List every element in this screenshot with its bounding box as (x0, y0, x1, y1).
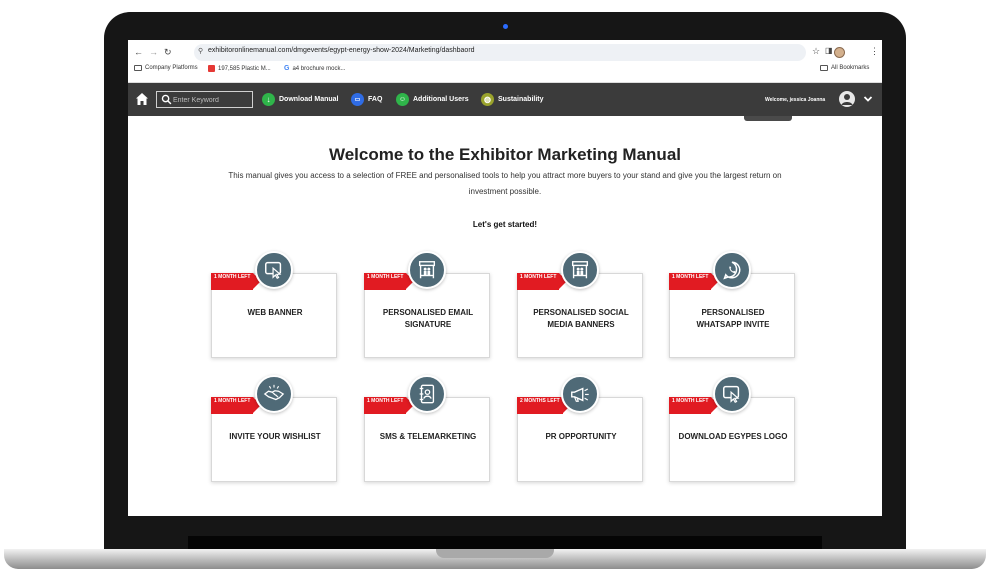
intro-text: This manual gives you access to a select… (228, 171, 782, 196)
laptop-screen: ← → ↻ ⚲ exhibitoronlinemanual.com/dmgeve… (128, 40, 882, 516)
booth-icon (408, 251, 446, 289)
card-label: DOWNLOAD EGYPES LOGO (678, 432, 788, 441)
card-label: SMS & TELEMARKETING (379, 432, 477, 441)
main-content: Welcome to the Exhibitor Marketing Manua… (128, 116, 882, 516)
search-box (156, 91, 253, 108)
bookmark-label: Company Platforms (145, 65, 198, 71)
laptop-notch (436, 549, 554, 558)
welcome-text: Welcome, jessica Joanna (765, 97, 826, 103)
profile-avatar[interactable] (834, 47, 845, 58)
time-left-badge: 1 MONTH LEFT (669, 273, 720, 290)
home-icon[interactable] (135, 92, 149, 106)
globe-icon: ◍ (481, 93, 494, 106)
nav-faq[interactable]: ▭ FAQ (351, 92, 382, 107)
star-icon[interactable]: ☆ (812, 46, 820, 57)
card-label: PR OPPORTUNITY (545, 432, 617, 441)
sidepanel-icon[interactable]: ◨ (825, 46, 833, 55)
forward-icon[interactable]: → (149, 46, 158, 58)
bookmark-label: a4 brochure mock... (292, 65, 346, 72)
click-icon (713, 375, 751, 413)
lets-get-started: Let's get started! (472, 220, 538, 229)
bookmark-company-platforms[interactable]: Company Platforms (134, 65, 198, 71)
user-icon (841, 94, 853, 105)
handshake-icon (255, 375, 293, 413)
contacts-icon (408, 375, 446, 413)
address-bar[interactable]: ⚲ exhibitoronlinemanual.com/dmgevents/eg… (194, 44, 806, 61)
chat-icon: ▭ (351, 93, 364, 106)
time-left-badge: 1 MONTH LEFT (211, 273, 262, 290)
time-left-badge: 1 MONTH LEFT (364, 273, 415, 290)
menu-icon[interactable]: ⋮ (870, 46, 879, 57)
card-label: PERSONALISED EMAIL SIGNATURE (382, 308, 474, 329)
bookmark-plastic[interactable]: 197,585 Plastic M... (208, 65, 271, 72)
header-tab (744, 116, 792, 121)
search-input[interactable] (173, 94, 251, 106)
address-row: ← → ↻ ⚲ exhibitoronlinemanual.com/dmgeve… (128, 44, 882, 62)
page-title: Welcome to the Exhibitor Marketing Manua… (328, 145, 681, 164)
download-icon: ↓ (262, 93, 275, 106)
folder-icon (820, 65, 828, 71)
booth-icon (561, 251, 599, 289)
time-left-badge: 1 MONTH LEFT (364, 397, 415, 414)
laptop-hinge (188, 536, 822, 550)
bookmarks-bar: Company Platforms 197,585 Plastic M... G… (128, 65, 882, 79)
nav-additional-users[interactable]: ☺ Additional Users (396, 92, 469, 107)
browser-chrome: ← → ↻ ⚲ exhibitoronlinemanual.com/dmgeve… (128, 40, 882, 83)
nav-download-manual[interactable]: ↓ Download Manual (262, 92, 339, 107)
nav-label: Sustainability (498, 96, 544, 103)
whatsapp-icon (713, 251, 751, 289)
nav-label: Download Manual (279, 96, 339, 103)
bookmark-label: 197,585 Plastic M... (218, 65, 271, 72)
site-navbar: ↓ Download Manual ▭ FAQ ☺ Additional Use… (128, 83, 882, 116)
url-text: exhibitoronlinemanual.com/dmgevents/egyp… (208, 47, 475, 54)
time-left-badge: 1 MONTH LEFT (211, 397, 262, 414)
user-avatar[interactable] (839, 91, 855, 107)
megaphone-icon (561, 375, 599, 413)
all-bookmarks-label: All Bookmarks (831, 65, 870, 71)
back-icon[interactable]: ← (134, 46, 143, 58)
nav-sustainability[interactable]: ◍ Sustainability (481, 92, 544, 107)
google-favicon-icon: G (284, 65, 290, 72)
card-label: PERSONALISED SOCIAL MEDIA BANNERS (533, 308, 629, 329)
card-label: WEB BANNER (247, 308, 303, 317)
users-icon: ☺ (396, 93, 409, 106)
nav-label: FAQ (368, 96, 383, 103)
webcam-icon (503, 24, 508, 29)
red-favicon-icon (208, 65, 215, 72)
web-banner-icon (255, 251, 293, 289)
folder-icon (134, 65, 142, 71)
all-bookmarks[interactable]: All Bookmarks (820, 65, 869, 71)
chevron-down-icon[interactable] (863, 94, 873, 104)
time-left-badge: 1 MONTH LEFT (669, 397, 720, 414)
reload-icon[interactable]: ↻ (164, 46, 172, 58)
card-label: INVITE YOUR WISHLIST (229, 432, 321, 441)
bookmark-brochure[interactable]: G a4 brochure mock... (284, 65, 345, 72)
card-label: PERSONALISED WHATSAPP INVITE (696, 308, 770, 329)
nav-label: Additional Users (413, 96, 469, 103)
time-left-badge: 2 MONTHS LEFT (517, 397, 571, 414)
time-left-badge: 1 MONTH LEFT (517, 273, 568, 290)
search-icon[interactable] (161, 94, 172, 105)
site-info-icon[interactable]: ⚲ (198, 47, 203, 55)
